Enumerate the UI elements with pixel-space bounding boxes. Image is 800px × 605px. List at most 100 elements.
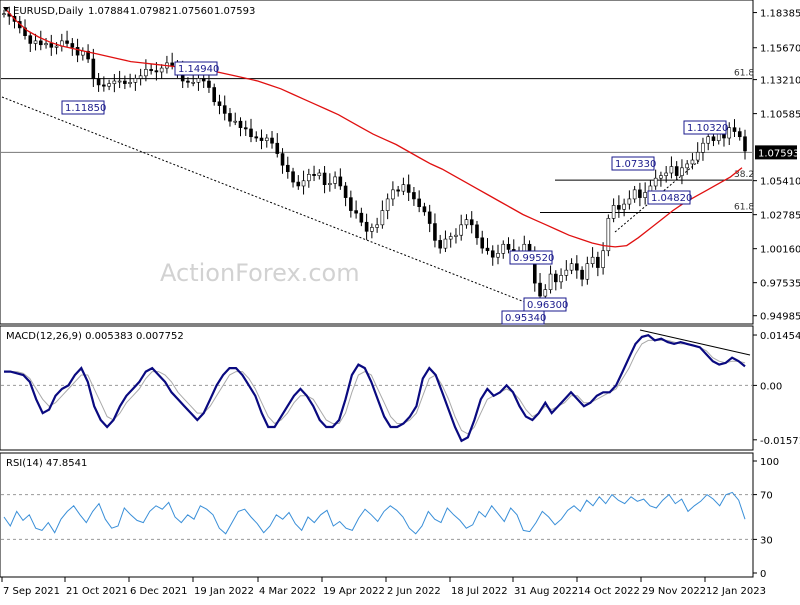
candle-body bbox=[427, 211, 432, 224]
price-annotation: 1.07330 bbox=[611, 156, 656, 171]
candle-body bbox=[417, 198, 421, 207]
x-tick-label: 4 Mar 2022 bbox=[259, 586, 316, 597]
price-annotation: 0.99520 bbox=[509, 250, 554, 265]
candle-body bbox=[701, 142, 705, 153]
price-annotation: 1.11850 bbox=[61, 100, 106, 115]
candle-body bbox=[138, 75, 143, 79]
candle-body bbox=[722, 133, 726, 139]
candle-body bbox=[196, 78, 201, 83]
candle-body bbox=[564, 269, 569, 276]
candle-body bbox=[375, 224, 379, 228]
candle-body bbox=[454, 234, 458, 237]
candle-body bbox=[643, 192, 647, 198]
price-annotation: 0.96300 bbox=[523, 297, 568, 312]
watermark: ActionForex.com bbox=[160, 259, 360, 287]
x-tick-label: 6 Dec 2021 bbox=[130, 586, 188, 597]
x-tick-label: 19 Jan 2022 bbox=[194, 586, 254, 597]
candle-body bbox=[506, 243, 511, 250]
candle-body bbox=[585, 263, 590, 280]
price-tick-label: 0.94985 bbox=[760, 312, 800, 323]
annotation-label: 0.96300 bbox=[527, 300, 568, 311]
candle-body bbox=[359, 212, 364, 223]
candle-body bbox=[338, 176, 343, 187]
candle-body bbox=[664, 172, 668, 176]
candle-body bbox=[70, 43, 75, 48]
annotation-label: 1.14940 bbox=[178, 64, 219, 75]
candle-body bbox=[312, 174, 316, 176]
macd-scale: 0.014549 0.00 -0.015712 bbox=[753, 331, 800, 447]
candle-body bbox=[469, 219, 474, 226]
annotation-label: 1.11850 bbox=[65, 103, 106, 114]
candle-body bbox=[81, 50, 85, 56]
candle-body bbox=[501, 243, 506, 254]
candle-body bbox=[65, 40, 69, 44]
candle-body bbox=[690, 159, 695, 165]
fib-label: 61.8 bbox=[734, 69, 754, 79]
candle-body bbox=[448, 236, 453, 240]
candle-body bbox=[685, 163, 689, 169]
macd-tick-label: 0.014549 bbox=[760, 331, 800, 342]
candle-body bbox=[485, 247, 490, 252]
candle-body bbox=[201, 78, 206, 82]
candle-body bbox=[596, 256, 600, 268]
candle-body bbox=[102, 84, 106, 87]
candle-body bbox=[433, 223, 437, 241]
ohlc-high: 1.07982 bbox=[130, 6, 171, 17]
ohlc-open: 1.07884 bbox=[88, 6, 129, 17]
candle-body bbox=[653, 177, 658, 187]
candle-body bbox=[75, 47, 80, 56]
candle-body bbox=[317, 172, 322, 176]
candle-body bbox=[254, 136, 259, 139]
candle-body bbox=[264, 137, 269, 141]
candle-body bbox=[322, 172, 327, 185]
annotation-label: 0.99520 bbox=[513, 253, 554, 264]
ohlc-low: 1.07560 bbox=[172, 6, 213, 17]
candle-body bbox=[149, 69, 153, 71]
macd-panel-frame bbox=[0, 325, 754, 451]
price-annotation: 0.95340 bbox=[501, 310, 546, 325]
candle-body bbox=[669, 166, 674, 174]
candle-body bbox=[249, 128, 253, 138]
price-title: EURUSD,Daily 1.07884 1.07982 1.07560 1.0… bbox=[3, 6, 255, 17]
candle-body bbox=[2, 13, 6, 15]
price-annotation: 1.14940 bbox=[174, 61, 219, 76]
candle-body bbox=[328, 183, 332, 185]
macd-tick-label: 0.00 bbox=[760, 381, 782, 392]
candle-body bbox=[743, 136, 747, 152]
macd-panel: 0.014549 0.00 -0.015712 MACD(12,26,9) 0.00… bbox=[0, 325, 800, 451]
candle-body bbox=[464, 219, 469, 226]
candle-body bbox=[159, 67, 164, 73]
candle-body bbox=[659, 175, 663, 179]
candle-body bbox=[222, 105, 227, 114]
candle-body bbox=[396, 189, 400, 192]
x-tick-label: 12 Jan 2023 bbox=[706, 586, 766, 597]
annotation-label: 1.04820 bbox=[651, 193, 692, 204]
candle-body bbox=[154, 70, 159, 73]
candle-body bbox=[301, 180, 306, 187]
candle-body bbox=[680, 167, 684, 176]
candle-body bbox=[737, 131, 742, 138]
x-tick-label: 7 Sep 2021 bbox=[3, 586, 60, 597]
candle-body bbox=[695, 151, 700, 161]
rsi-panel: 100 70 30 0 RSI(14) 47.8541 bbox=[0, 452, 779, 580]
macd-title: MACD(12,26,9) 0.005383 0.007752 bbox=[6, 331, 184, 342]
chart-svg: 1.18385 1.15670 1.13210 1.10585 1.07593 1.054… bbox=[0, 0, 800, 597]
rsi-tick-label: 30 bbox=[760, 535, 773, 546]
candle-body bbox=[459, 224, 464, 236]
candle-body bbox=[716, 133, 721, 141]
candle-body bbox=[490, 250, 495, 258]
candle-body bbox=[438, 240, 442, 249]
price-tick-label: 1.18385 bbox=[760, 9, 800, 20]
candle-body bbox=[559, 275, 563, 283]
candle-body bbox=[117, 80, 122, 83]
candle-body bbox=[554, 273, 558, 283]
candle-body bbox=[38, 40, 43, 46]
candle-body bbox=[617, 205, 621, 210]
candle-body bbox=[569, 263, 574, 271]
candle-body bbox=[601, 250, 605, 268]
candle-body bbox=[638, 189, 642, 198]
rsi-tick-label: 0 bbox=[760, 569, 766, 580]
candle-body bbox=[33, 40, 38, 44]
x-tick-label: 14 Oct 2022 bbox=[578, 586, 640, 597]
candle-body bbox=[107, 83, 111, 87]
